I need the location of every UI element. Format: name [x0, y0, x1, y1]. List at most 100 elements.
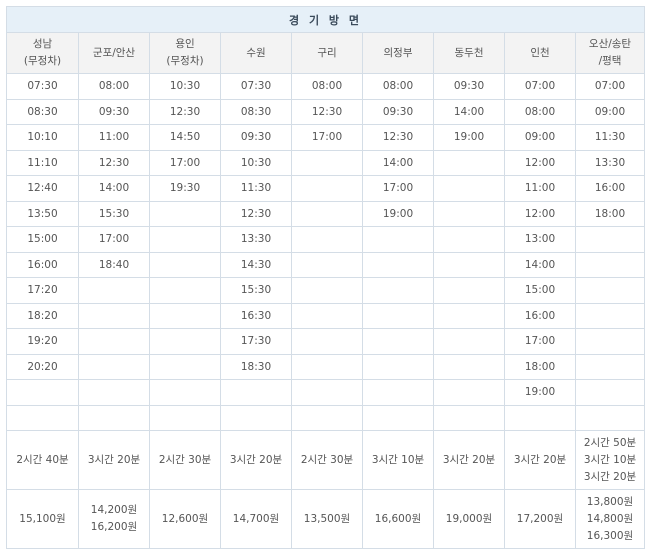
departure-time-cell: 18:00 — [504, 353, 576, 380]
column-header-line: /평택 — [598, 55, 622, 67]
departure-time-cell — [362, 302, 434, 329]
departure-time-cell — [291, 200, 363, 227]
departure-time-cell: 07:00 — [504, 73, 576, 100]
table-row: 20:20 18:30 18:00 — [6, 353, 645, 380]
departure-time-cell: 12:30 — [149, 98, 221, 125]
travel-duration-value: 3시간 20분 — [87, 453, 141, 466]
fare-cell: 14,200원 16,200원 — [78, 489, 150, 549]
column-header-line: (무정차) — [166, 55, 204, 67]
departure-time-cell: 16:00 — [575, 175, 645, 202]
table-row: 10:10 11:00 14:50 09:30 17:00 12:30 19:00 09:00… — [6, 124, 645, 151]
departure-time-cell: 11:30 — [575, 124, 645, 151]
table-row: 11:10 12:30 17:00 10:30 14:00 12:00 13:30 — [6, 149, 645, 176]
departure-time-cell: 18:30 — [220, 353, 292, 380]
column-header-line: 수원 — [246, 46, 266, 59]
departure-time-cell — [433, 328, 505, 355]
fare-value: 16,300원 — [586, 529, 634, 542]
departure-time-cell — [291, 328, 363, 355]
travel-duration-value: 3시간 10분 — [583, 453, 637, 466]
departure-time-cell — [575, 328, 645, 355]
departure-time-cell — [433, 353, 505, 380]
departure-time-cell: 19:00 — [433, 124, 505, 151]
departure-time-cell — [291, 353, 363, 380]
departure-time-cell — [78, 302, 150, 329]
column-header: 의정부 — [362, 32, 434, 74]
departure-time-cell — [433, 200, 505, 227]
departure-time-cell: 13:30 — [220, 226, 292, 253]
departure-time-cell: 16:00 — [6, 251, 79, 278]
departure-time-cell: 08:30 — [220, 98, 292, 125]
departure-time-cell — [433, 175, 505, 202]
fare-value: 16,200원 — [90, 521, 138, 533]
departure-time-cell: 17:20 — [6, 277, 79, 304]
departure-time-cell: 17:00 — [291, 124, 363, 151]
travel-duration-cell: 2시간 40분 — [6, 430, 79, 490]
column-header: 동두천 — [433, 32, 505, 74]
travel-duration-cell: 3시간 20분 — [78, 430, 150, 490]
departure-time-cell: 09:30 — [78, 98, 150, 125]
departure-time-cell — [291, 175, 363, 202]
departure-time-cell — [149, 200, 221, 227]
table-row: 17:20 15:30 15:00 — [6, 277, 645, 304]
travel-duration-cell: 3시간 10분 — [362, 430, 434, 490]
table-row: 08:30 09:30 12:30 08:30 12:30 09:30 14:00 08:00… — [6, 98, 645, 125]
departure-time-cell: 19:20 — [6, 328, 79, 355]
departure-time-cell: 11:00 — [504, 175, 576, 202]
departure-time-cell: 19:00 — [504, 379, 576, 406]
departure-time-cell: 08:00 — [362, 73, 434, 100]
departure-time-cell — [291, 226, 363, 253]
travel-duration-value: 3시간 20분 — [513, 453, 567, 466]
departure-time-cell: 07:00 — [575, 73, 645, 100]
departure-time-cell: 10:30 — [220, 149, 292, 176]
fare-cell: 15,100원 — [6, 489, 79, 549]
column-header-line: 용인 — [175, 38, 195, 50]
fare-cell: 13,500원 — [291, 489, 363, 549]
fare-cell: 16,600원 — [362, 489, 434, 549]
departure-time-cell — [362, 328, 434, 355]
table-title: 경 기 방 면 — [6, 6, 645, 33]
departure-time-cell: 08:30 — [6, 98, 79, 125]
departure-time-cell — [433, 404, 505, 431]
departure-time-cell: 14:50 — [149, 124, 221, 151]
departure-time-cell — [433, 277, 505, 304]
table-row: 15:00 17:00 13:30 13:00 — [6, 226, 645, 253]
departure-time-cell: 12:40 — [6, 175, 79, 202]
table-row: 16:00 18:40 14:30 14:00 — [6, 251, 645, 278]
column-header: 수원 — [220, 32, 292, 74]
departure-time-cell — [149, 379, 221, 406]
column-header-line: 의정부 — [383, 46, 413, 59]
departure-time-cell: 13:50 — [6, 200, 79, 227]
travel-duration-value: 2시간 50분 — [583, 436, 637, 449]
departure-time-cell: 10:10 — [6, 124, 79, 151]
departure-time-cell: 15:30 — [220, 277, 292, 304]
departure-time-cell — [362, 277, 434, 304]
departure-time-cell: 14:00 — [78, 175, 150, 202]
departure-time-cell: 19:00 — [362, 200, 434, 227]
departure-time-cell — [149, 404, 221, 431]
departure-time-cell — [78, 379, 150, 406]
departure-time-cell — [6, 379, 79, 406]
departure-time-cell: 15:00 — [6, 226, 79, 253]
schedule-wrapper: 경 기 방 면 성남 (무정차) 군포/안산 용인 (무정차) 수원 구리 의정부 동두천 인천 오… — [6, 6, 645, 549]
travel-duration-value: 2시간 30분 — [300, 453, 354, 466]
column-header: 구리 — [291, 32, 363, 74]
header-row: 성남 (무정차) 군포/안산 용인 (무정차) 수원 구리 의정부 동두천 인천 오산/송탄/평택 — [6, 32, 645, 74]
table-row: 12:40 14:00 19:30 11:30 17:00 11:00 16:00 — [6, 175, 645, 202]
column-header-line: (무정차) — [23, 55, 62, 67]
departure-time-cell: 14:30 — [220, 251, 292, 278]
departure-time-cell — [575, 302, 645, 329]
departure-time-cell — [291, 379, 363, 406]
fare-cell: 17,200원 — [504, 489, 576, 549]
departure-time-cell: 13:30 — [575, 149, 645, 176]
table-body: 07:30 08:00 10:30 07:30 08:00 08:00 09:30 07:00… — [6, 73, 645, 549]
departure-time-cell — [78, 328, 150, 355]
table-row: 19:00 — [6, 379, 645, 406]
travel-duration-cell: 2시간 30분 — [291, 430, 363, 490]
departure-time-cell: 11:00 — [78, 124, 150, 151]
departure-time-cell: 20:20 — [6, 353, 79, 380]
departure-time-cell: 17:30 — [220, 328, 292, 355]
travel-duration-value: 2시간 40분 — [16, 453, 69, 466]
departure-time-cell: 15:30 — [78, 200, 150, 227]
departure-time-cell: 14:00 — [504, 251, 576, 278]
departure-time-cell: 08:00 — [291, 73, 363, 100]
